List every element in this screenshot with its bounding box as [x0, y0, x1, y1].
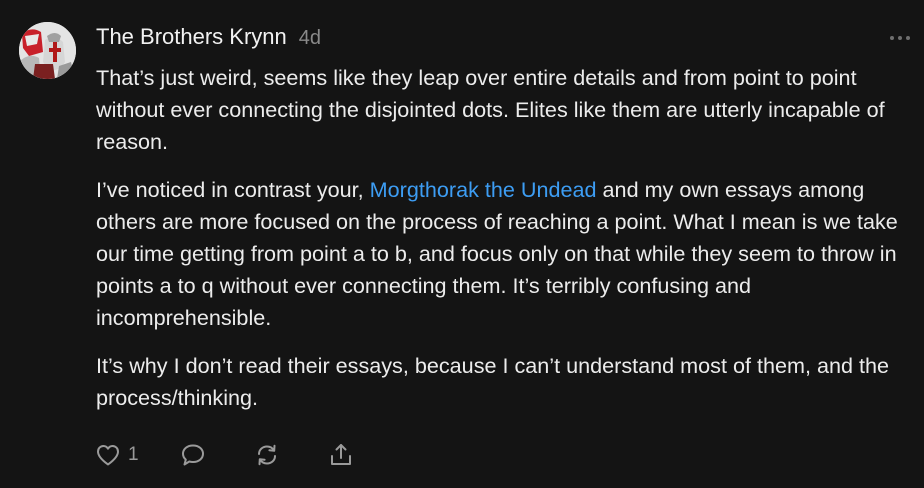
action-bar: 1	[94, 440, 355, 470]
timestamp[interactable]: 4d	[299, 27, 321, 50]
templar-knight-avatar	[19, 22, 76, 79]
paragraph-2: I’ve noticed in contrast your, Morgthora…	[96, 174, 916, 334]
restack-button[interactable]	[253, 441, 281, 469]
paragraph-1: That’s just weird, seems like they leap …	[96, 65, 885, 154]
reply-button[interactable]	[179, 441, 207, 469]
more-options-button[interactable]	[888, 30, 912, 46]
restack-icon	[253, 441, 281, 469]
more-dots-icon	[890, 36, 910, 40]
comment: The Brothers Krynn 4d That’s just weird,…	[0, 0, 924, 488]
share-button[interactable]	[327, 441, 355, 469]
avatar[interactable]	[19, 22, 76, 79]
heart-icon	[94, 441, 122, 469]
comment-body: That’s just weird, seems like they leap …	[96, 62, 916, 430]
comment-bubble-icon	[179, 441, 207, 469]
like-count: 1	[128, 444, 139, 465]
like-button[interactable]: 1	[94, 441, 139, 469]
author-name[interactable]: The Brothers Krynn	[96, 24, 287, 50]
comment-header: The Brothers Krynn 4d	[96, 24, 321, 50]
mention-link[interactable]: Morgthorak the Undead	[370, 177, 597, 202]
paragraph-2-before: I’ve noticed in contrast your,	[96, 177, 370, 202]
paragraph-3: It’s why I don’t read their essays, beca…	[96, 353, 890, 410]
share-icon	[327, 441, 355, 469]
